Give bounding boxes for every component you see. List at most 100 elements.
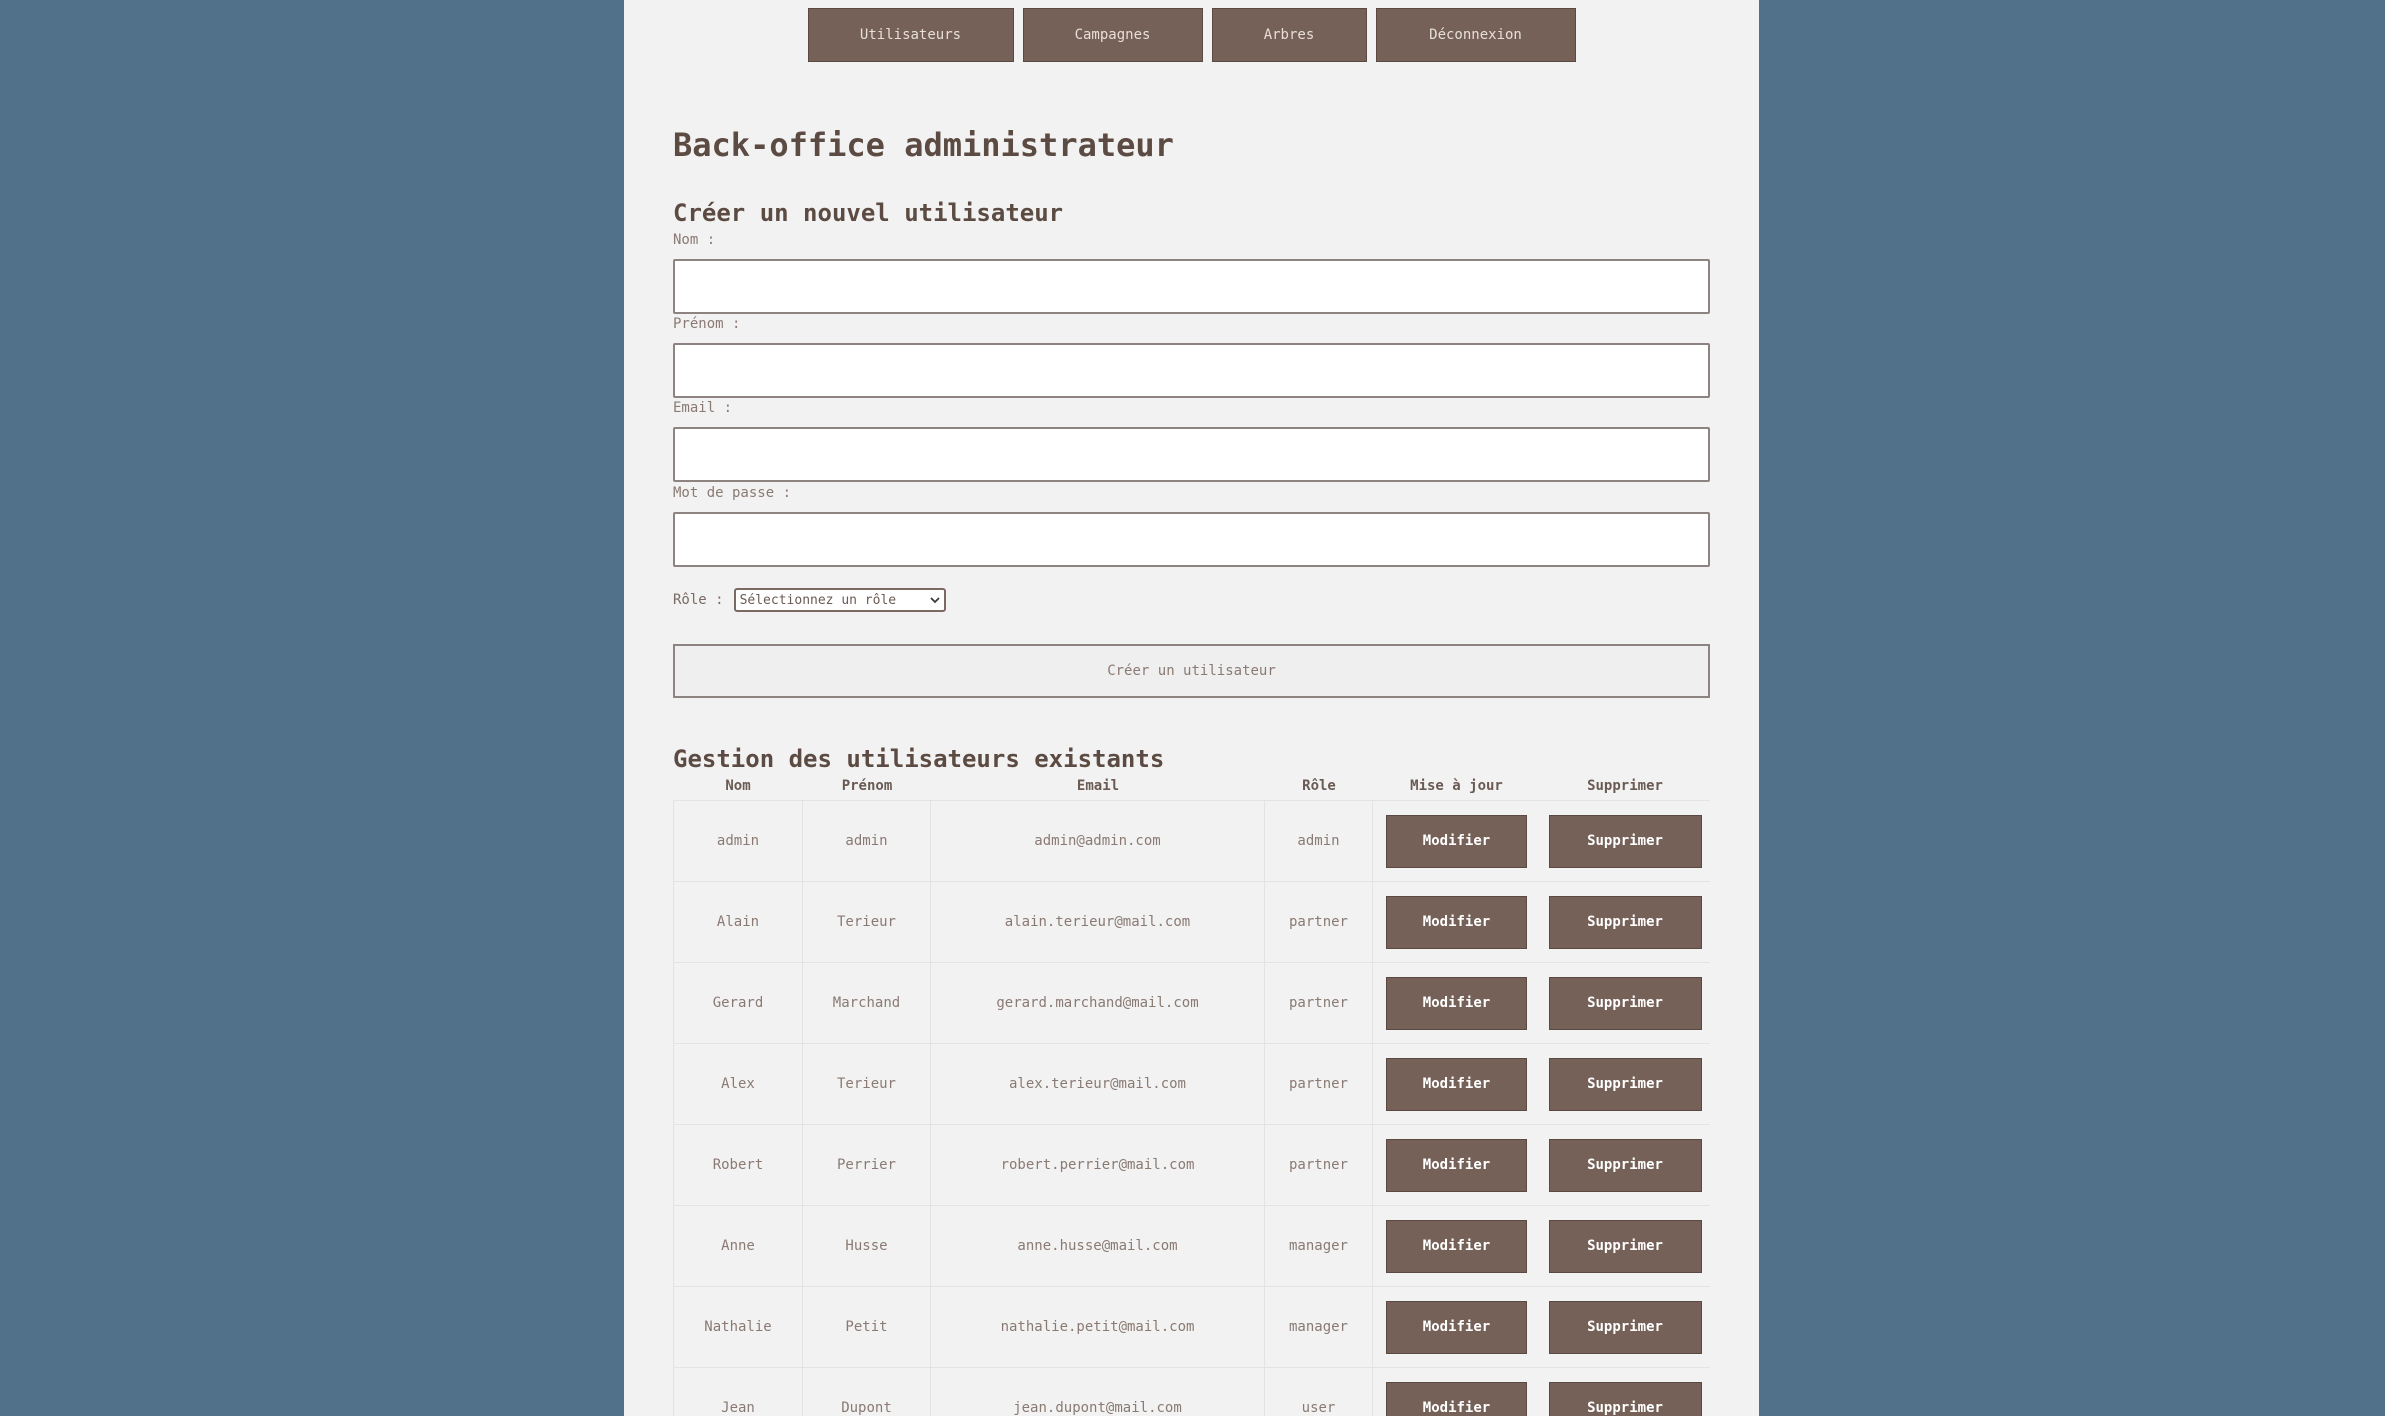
cell-supprimer: Supprimer <box>1540 801 1710 881</box>
cell-mise-a-jour: Modifier <box>1373 1287 1540 1367</box>
table-row: Gerard Marchand gerard.marchand@mail.com… <box>673 962 1710 1043</box>
cell-mise-a-jour: Modifier <box>1373 963 1540 1043</box>
nav-deconnexion-button[interactable]: Déconnexion <box>1375 8 1576 62</box>
nom-label: Nom : <box>673 232 716 248</box>
cell-email: gerard.marchand@mail.com <box>931 963 1265 1043</box>
cell-prenom: admin <box>803 801 931 881</box>
cell-nom: Anne <box>673 1206 803 1286</box>
cell-mise-a-jour: Modifier <box>1373 1368 1540 1416</box>
page-title: Back-office administrateur <box>673 126 1174 164</box>
cell-supprimer: Supprimer <box>1540 1125 1710 1205</box>
cell-email: alain.terieur@mail.com <box>931 882 1265 962</box>
cell-prenom: Petit <box>803 1287 931 1367</box>
column-header-nom: Nom <box>725 778 751 794</box>
cell-prenom: Marchand <box>803 963 931 1043</box>
cell-mise-a-jour: Modifier <box>1373 882 1540 962</box>
table-row: Nathalie Petit nathalie.petit@mail.com m… <box>673 1286 1710 1367</box>
cell-email: robert.perrier@mail.com <box>931 1125 1265 1205</box>
delete-user-button[interactable]: Supprimer <box>1548 976 1702 1030</box>
cell-prenom: Terieur <box>803 882 931 962</box>
delete-user-button[interactable]: Supprimer <box>1548 1219 1702 1273</box>
table-row: Jean Dupont jean.dupont@mail.com user Mo… <box>673 1367 1710 1416</box>
cell-prenom: Perrier <box>803 1125 931 1205</box>
cell-nom: Robert <box>673 1125 803 1205</box>
modify-user-button[interactable]: Modifier <box>1386 1138 1527 1192</box>
delete-user-button[interactable]: Supprimer <box>1548 814 1702 868</box>
prenom-input[interactable] <box>673 343 1710 398</box>
modify-user-button[interactable]: Modifier <box>1386 895 1527 949</box>
modify-user-button[interactable]: Modifier <box>1386 976 1527 1030</box>
cell-supprimer: Supprimer <box>1540 963 1710 1043</box>
cell-role: manager <box>1265 1206 1373 1286</box>
cell-nom: admin <box>673 801 803 881</box>
nom-input[interactable] <box>673 259 1710 314</box>
top-nav: Utilisateurs Campagnes Arbres Déconnexio… <box>624 8 1759 62</box>
delete-user-button[interactable]: Supprimer <box>1548 1381 1702 1416</box>
cell-prenom: Terieur <box>803 1044 931 1124</box>
email-input[interactable] <box>673 427 1710 482</box>
cell-role: manager <box>1265 1287 1373 1367</box>
cell-email: admin@admin.com <box>931 801 1265 881</box>
cell-mise-a-jour: Modifier <box>1373 1044 1540 1124</box>
modify-user-button[interactable]: Modifier <box>1386 1300 1527 1354</box>
main-panel: Utilisateurs Campagnes Arbres Déconnexio… <box>624 0 1759 1416</box>
delete-user-button[interactable]: Supprimer <box>1548 1057 1702 1111</box>
table-body: admin admin admin@admin.com admin Modifi… <box>673 800 1710 1416</box>
cell-nom: Jean <box>673 1368 803 1416</box>
cell-nom: Alain <box>673 882 803 962</box>
cell-prenom: Dupont <box>803 1368 931 1416</box>
column-header-mise-a-jour: Mise à jour <box>1410 778 1503 794</box>
table-row: Alex Terieur alex.terieur@mail.com partn… <box>673 1043 1710 1124</box>
cell-role: partner <box>1265 963 1373 1043</box>
cell-prenom: Husse <box>803 1206 931 1286</box>
password-input[interactable] <box>673 512 1710 567</box>
cell-supprimer: Supprimer <box>1540 882 1710 962</box>
cell-role: partner <box>1265 1044 1373 1124</box>
column-header-supprimer: Supprimer <box>1587 778 1663 794</box>
cell-role: partner <box>1265 882 1373 962</box>
role-select[interactable]: Sélectionnez un rôle <box>733 588 946 612</box>
delete-user-button[interactable]: Supprimer <box>1548 1138 1702 1192</box>
modify-user-button[interactable]: Modifier <box>1386 814 1527 868</box>
column-header-email: Email <box>1076 778 1120 794</box>
table-row: Alain Terieur alain.terieur@mail.com par… <box>673 881 1710 962</box>
cell-nom: Gerard <box>673 963 803 1043</box>
create-user-button[interactable]: Créer un utilisateur <box>673 644 1710 698</box>
delete-user-button[interactable]: Supprimer <box>1548 895 1702 949</box>
cell-mise-a-jour: Modifier <box>1373 1206 1540 1286</box>
cell-supprimer: Supprimer <box>1540 1368 1710 1416</box>
nav-campagnes-button[interactable]: Campagnes <box>1022 8 1203 62</box>
role-row: Rôle : Sélectionnez un rôle <box>673 588 946 612</box>
users-table: Nom Prénom Email Rôle Mise à jour Suppri… <box>673 772 1710 1416</box>
password-label: Mot de passe : <box>673 485 792 501</box>
cell-role: user <box>1265 1368 1373 1416</box>
role-select-value: Sélectionnez un rôle <box>739 592 897 608</box>
cell-email: jean.dupont@mail.com <box>931 1368 1265 1416</box>
prenom-label: Prénom : <box>673 316 741 332</box>
cell-supprimer: Supprimer <box>1540 1206 1710 1286</box>
create-user-heading: Créer un nouvel utilisateur <box>673 199 1064 227</box>
table-row: Robert Perrier robert.perrier@mail.com p… <box>673 1124 1710 1205</box>
table-row: admin admin admin@admin.com admin Modifi… <box>673 800 1710 881</box>
column-header-prenom: Prénom <box>841 778 893 794</box>
role-label: Rôle : <box>673 592 724 608</box>
delete-user-button[interactable]: Supprimer <box>1548 1300 1702 1354</box>
chevron-down-icon <box>929 593 940 608</box>
modify-user-button[interactable]: Modifier <box>1386 1219 1527 1273</box>
cell-supprimer: Supprimer <box>1540 1287 1710 1367</box>
table-header: Nom Prénom Email Rôle Mise à jour Suppri… <box>673 772 1710 800</box>
cell-mise-a-jour: Modifier <box>1373 801 1540 881</box>
modify-user-button[interactable]: Modifier <box>1386 1381 1527 1416</box>
cell-nom: Alex <box>673 1044 803 1124</box>
cell-nom: Nathalie <box>673 1287 803 1367</box>
column-header-role: Rôle <box>1302 778 1336 794</box>
cell-role: admin <box>1265 801 1373 881</box>
modify-user-button[interactable]: Modifier <box>1386 1057 1527 1111</box>
users-management-heading: Gestion des utilisateurs existants <box>673 745 1165 773</box>
nav-utilisateurs-button[interactable]: Utilisateurs <box>807 8 1014 62</box>
cell-role: partner <box>1265 1125 1373 1205</box>
nav-arbres-button[interactable]: Arbres <box>1211 8 1367 62</box>
cell-mise-a-jour: Modifier <box>1373 1125 1540 1205</box>
email-label: Email : <box>673 400 733 416</box>
cell-email: alex.terieur@mail.com <box>931 1044 1265 1124</box>
